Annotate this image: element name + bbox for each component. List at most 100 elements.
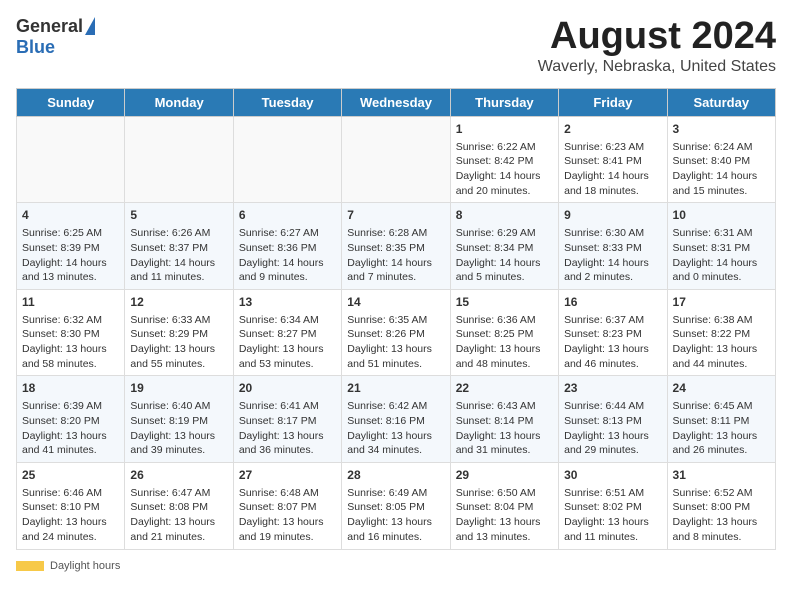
calendar-cell: 6 Sunrise: 6:27 AMSunset: 8:36 PMDaylight… xyxy=(233,203,341,290)
calendar-cell: 9Sunrise: 6:30 AMSunset: 8:33 PMDaylight… xyxy=(559,203,667,290)
calendar-dow-monday: Monday xyxy=(125,88,233,116)
day-number: 20 xyxy=(239,380,336,397)
day-info-line: Sunrise: 6:30 AM xyxy=(564,226,661,241)
day-info-line: Sunset: 8:36 PM xyxy=(239,241,336,256)
day-info-line: Daylight: 14 hours and 15 minutes. xyxy=(673,169,770,198)
day-number: 7 xyxy=(347,207,444,224)
day-number: 15 xyxy=(456,294,553,311)
calendar-week-2: 4Sunrise: 6:25 AMSunset: 8:39 PMDaylight… xyxy=(17,203,776,290)
day-info-line: Sunset: 8:37 PM xyxy=(130,241,227,256)
day-number: 21 xyxy=(347,380,444,397)
calendar-cell: 4Sunrise: 6:25 AMSunset: 8:39 PMDaylight… xyxy=(17,203,125,290)
calendar-cell: 31Sunrise: 6:52 AMSunset: 8:00 PMDayligh… xyxy=(667,462,775,549)
day-info-line: Sunset: 8:13 PM xyxy=(564,414,661,429)
day-info-line: Sunrise: 6:48 AM xyxy=(239,486,336,501)
day-info-line: Sunrise: 6:34 AM xyxy=(239,313,336,328)
day-info-line: Sunset: 8:26 PM xyxy=(347,327,444,342)
calendar-week-4: 18Sunrise: 6:39 AMSunset: 8:20 PMDayligh… xyxy=(17,376,776,463)
day-info-line: Sunrise: 6:44 AM xyxy=(564,399,661,414)
calendar-cell: 3Sunrise: 6:24 AMSunset: 8:40 PMDaylight… xyxy=(667,116,775,203)
day-info-line: Sunset: 8:23 PM xyxy=(564,327,661,342)
day-info-line: Daylight: 13 hours and 58 minutes. xyxy=(22,342,119,371)
calendar-cell xyxy=(17,116,125,203)
day-number: 19 xyxy=(130,380,227,397)
calendar-week-1: 1Sunrise: 6:22 AMSunset: 8:42 PMDaylight… xyxy=(17,116,776,203)
day-info-line: Daylight: 13 hours and 46 minutes. xyxy=(564,342,661,371)
day-number: 18 xyxy=(22,380,119,397)
logo-triangle-icon xyxy=(85,17,95,35)
calendar-cell: 10Sunrise: 6:31 AMSunset: 8:31 PMDayligh… xyxy=(667,203,775,290)
day-info-line: Daylight: 13 hours and 26 minutes. xyxy=(673,429,770,458)
calendar-cell: 24Sunrise: 6:45 AMSunset: 8:11 PMDayligh… xyxy=(667,376,775,463)
day-info-line: Daylight: 13 hours and 55 minutes. xyxy=(130,342,227,371)
day-info-line: Sunrise: 6:36 AM xyxy=(456,313,553,328)
daylight-label: Daylight hours xyxy=(50,560,120,572)
day-number: 6 xyxy=(239,207,336,224)
page-header: General Blue August 2024 Waverly, Nebras… xyxy=(16,16,776,76)
day-number: 5 xyxy=(130,207,227,224)
calendar-cell: 21Sunrise: 6:42 AMSunset: 8:16 PMDayligh… xyxy=(342,376,450,463)
calendar-cell: 5Sunrise: 6:26 AMSunset: 8:37 PMDaylight… xyxy=(125,203,233,290)
day-info-line: Sunrise: 6:28 AM xyxy=(347,226,444,241)
calendar-cell: 22Sunrise: 6:43 AMSunset: 8:14 PMDayligh… xyxy=(450,376,558,463)
calendar-cell: 13Sunrise: 6:34 AMSunset: 8:27 PMDayligh… xyxy=(233,289,341,376)
calendar-cell: 27Sunrise: 6:48 AMSunset: 8:07 PMDayligh… xyxy=(233,462,341,549)
day-number: 2 xyxy=(564,121,661,138)
calendar-cell: 1Sunrise: 6:22 AMSunset: 8:42 PMDaylight… xyxy=(450,116,558,203)
day-number: 25 xyxy=(22,467,119,484)
day-info-line: Sunrise: 6:27 AM xyxy=(239,226,336,241)
day-info-line: Sunset: 8:39 PM xyxy=(22,241,119,256)
day-info-line: Sunrise: 6:46 AM xyxy=(22,486,119,501)
day-info-line: Sunset: 8:05 PM xyxy=(347,500,444,515)
day-info-line: Sunset: 8:04 PM xyxy=(456,500,553,515)
day-info-line: Daylight: 14 hours and 0 minutes. xyxy=(673,256,770,285)
day-info-line: Daylight: 14 hours and 11 minutes. xyxy=(130,256,227,285)
day-info-line: Sunrise: 6:35 AM xyxy=(347,313,444,328)
calendar-cell: 19Sunrise: 6:40 AMSunset: 8:19 PMDayligh… xyxy=(125,376,233,463)
calendar-cell: 7Sunrise: 6:28 AMSunset: 8:35 PMDaylight… xyxy=(342,203,450,290)
day-info-line: Sunrise: 6:29 AM xyxy=(456,226,553,241)
day-info-line: Daylight: 13 hours and 16 minutes. xyxy=(347,515,444,544)
day-info-line: Sunset: 8:19 PM xyxy=(130,414,227,429)
day-info-line: Sunset: 8:34 PM xyxy=(456,241,553,256)
day-info-line: Sunrise: 6:41 AM xyxy=(239,399,336,414)
day-info-line: Daylight: 13 hours and 41 minutes. xyxy=(22,429,119,458)
day-number: 28 xyxy=(347,467,444,484)
day-info-line: Sunset: 8:00 PM xyxy=(673,500,770,515)
day-number: 26 xyxy=(130,467,227,484)
day-info-line: Sunrise: 6:45 AM xyxy=(673,399,770,414)
day-info-line: Sunset: 8:08 PM xyxy=(130,500,227,515)
day-info-line: Sunset: 8:30 PM xyxy=(22,327,119,342)
day-info-line: Sunrise: 6:50 AM xyxy=(456,486,553,501)
calendar-table: SundayMondayTuesdayWednesdayThursdayFrid… xyxy=(16,88,776,550)
calendar-cell: 14 Sunrise: 6:35 AMSunset: 8:26 PMDayligh… xyxy=(342,289,450,376)
day-number: 4 xyxy=(22,207,119,224)
day-info-line: Sunset: 8:25 PM xyxy=(456,327,553,342)
day-info-line: Sunrise: 6:51 AM xyxy=(564,486,661,501)
day-number: 23 xyxy=(564,380,661,397)
calendar-cell: 23Sunrise: 6:44 AMSunset: 8:13 PMDayligh… xyxy=(559,376,667,463)
calendar-cell: 17Sunrise: 6:38 AMSunset: 8:22 PMDayligh… xyxy=(667,289,775,376)
day-info-line: Sunset: 8:10 PM xyxy=(22,500,119,515)
day-info-line: Sunset: 8:41 PM xyxy=(564,154,661,169)
day-info-line: Daylight: 13 hours and 31 minutes. xyxy=(456,429,553,458)
day-number: 17 xyxy=(673,294,770,311)
calendar-cell: 28 Sunrise: 6:49 AMSunset: 8:05 PMDayligh… xyxy=(342,462,450,549)
day-info-line: Sunrise: 6:37 AM xyxy=(564,313,661,328)
day-info-line: Daylight: 13 hours and 39 minutes. xyxy=(130,429,227,458)
day-info-line: Daylight: 13 hours and 36 minutes. xyxy=(239,429,336,458)
day-info-line: Daylight: 13 hours and 13 minutes. xyxy=(456,515,553,544)
calendar-cell: 11Sunrise: 6:32 AMSunset: 8:30 PMDayligh… xyxy=(17,289,125,376)
day-info-line: Sunrise: 6:38 AM xyxy=(673,313,770,328)
day-info-line: Daylight: 14 hours and 9 minutes. xyxy=(239,256,336,285)
day-info-line: Sunrise: 6:49 AM xyxy=(347,486,444,501)
day-info-line: Sunrise: 6:23 AM xyxy=(564,140,661,155)
day-info-line: Daylight: 13 hours and 44 minutes. xyxy=(673,342,770,371)
day-info-line: Sunrise: 6:33 AM xyxy=(130,313,227,328)
footer: Daylight hours xyxy=(16,560,776,572)
calendar-cell xyxy=(342,116,450,203)
day-info-line: Daylight: 13 hours and 51 minutes. xyxy=(347,342,444,371)
day-number: 14 xyxy=(347,294,444,311)
calendar-cell: 25Sunrise: 6:46 AMSunset: 8:10 PMDayligh… xyxy=(17,462,125,549)
calendar-cell: 2Sunrise: 6:23 AMSunset: 8:41 PMDaylight… xyxy=(559,116,667,203)
